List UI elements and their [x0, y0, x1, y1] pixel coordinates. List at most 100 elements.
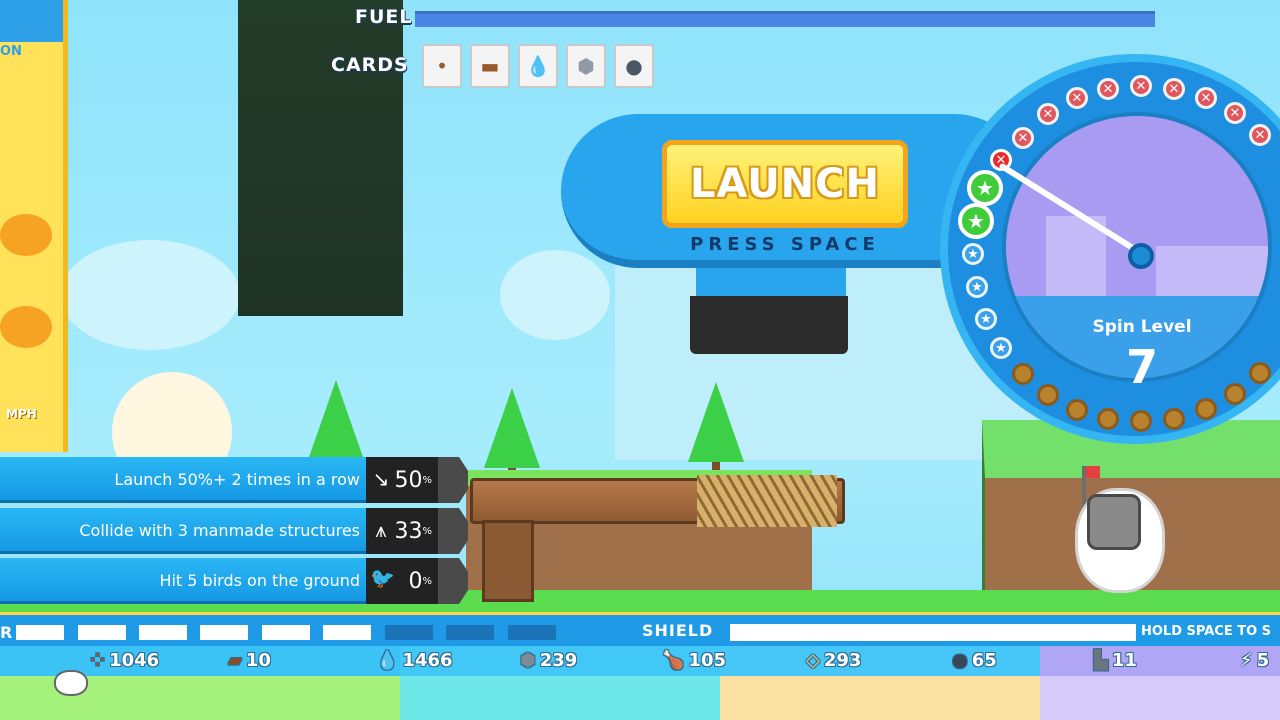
goal-progress-unit: % [422, 525, 432, 537]
hay-bundle [697, 475, 837, 527]
boost-segment [200, 625, 248, 640]
resource-stone: ⬢ 239 [520, 650, 577, 671]
anvil-icon: ▙ [1094, 650, 1108, 671]
dial-skyline [1156, 246, 1268, 296]
shield-bar-row: R SHIELD HOLD SPACE TO S [0, 612, 1280, 646]
miss-peg-icon: ✕ [1097, 78, 1119, 100]
stone-icon: ⬢ [520, 650, 536, 671]
shield-label: SHIELD [642, 621, 714, 640]
coin-peg-icon [1163, 408, 1185, 430]
boost-segment [262, 625, 310, 640]
sheep-face [1087, 494, 1141, 550]
goal-row: Launch 50%+ 2 times in a row [0, 457, 368, 503]
star-slot-icon: ★ [990, 337, 1012, 359]
boost-segment [446, 625, 494, 640]
resource-value: 10 [245, 650, 271, 671]
goal-cap [438, 558, 468, 604]
miss-peg-icon: ✕ [1012, 127, 1034, 149]
spin-level-label: Spin Level [1092, 317, 1192, 337]
goal-progress-value: 0 [408, 568, 423, 594]
progress-sheep-icon [54, 670, 88, 696]
launch-button-label: LAUNCH [689, 161, 880, 207]
launcher-neck [696, 268, 846, 296]
resource-value: 105 [688, 650, 726, 671]
spin-level-value: 7 [1125, 340, 1158, 394]
coin-peg-icon [1130, 410, 1152, 432]
boost-segment [323, 625, 371, 640]
coin-peg-icon [1195, 398, 1217, 420]
coin-peg-icon [1037, 384, 1059, 406]
resource-energy: ⚡ 5 [1240, 650, 1269, 671]
card-water[interactable]: 💧 [518, 44, 558, 88]
sand-icon: ◇ [806, 650, 820, 671]
lightning-icon: ⚡ [1240, 650, 1253, 671]
speed-panel: ON MPH [0, 0, 68, 452]
stone-card-icon: ⬢ [577, 54, 595, 78]
goal-text: Collide with 3 manmade structures [79, 521, 360, 540]
seeds-icon: ⁘ [90, 650, 106, 671]
miss-peg-icon: ✕ [1130, 75, 1152, 97]
resource-log: ▰ 10 [228, 650, 271, 671]
goal-row: Hit 5 birds on the ground [0, 558, 368, 604]
oil-drop-icon: ● [952, 650, 968, 671]
boost-segment [139, 625, 187, 640]
goal-text: Launch 50%+ 2 times in a row [114, 470, 360, 489]
hold-space-hint: HOLD SPACE TO S [1141, 624, 1272, 639]
resource-value: 1466 [402, 650, 453, 671]
miss-peg-icon: ✕ [1249, 124, 1271, 146]
coin-peg-icon [1249, 362, 1271, 384]
bird-icon: 🐦 [370, 566, 395, 590]
speed-cloud-icon [0, 214, 52, 256]
panel-top-label: ON [0, 44, 22, 59]
resource-sand: ◇ 293 [806, 650, 861, 671]
oil-card-icon: ● [625, 54, 643, 78]
oil-rig-icon: ⩚ [375, 518, 387, 542]
coin-peg-icon [1224, 383, 1246, 405]
pine-tree [484, 388, 540, 482]
goal-progress-unit: % [422, 575, 432, 587]
resource-oil: ● 65 [952, 650, 997, 671]
coin-peg-icon [1066, 399, 1088, 421]
fuel-label: FUEL [355, 6, 413, 28]
log-icon: ▰ [228, 650, 242, 671]
resource-water: 💧 1466 [376, 650, 453, 671]
log-card-icon: ▬ [480, 54, 500, 78]
card-oil[interactable]: ● [614, 44, 654, 88]
goal-progress-value: 50 [394, 467, 423, 493]
miss-peg-icon: ✕ [1195, 87, 1217, 109]
resource-value: 65 [971, 650, 997, 671]
launch-button[interactable]: LAUNCH [662, 140, 908, 228]
goal-row: Collide with 3 manmade structures [0, 508, 368, 554]
resource-value: 1046 [109, 650, 160, 671]
spin-needle-hub [1128, 243, 1154, 269]
resource-value: 239 [539, 650, 578, 671]
speed-cloud-icon [0, 306, 52, 348]
star-peg-icon: ★ [967, 170, 1003, 206]
cards-label: CARDS [331, 54, 409, 76]
seeds-card-icon: • [436, 54, 448, 78]
boost-segment [78, 625, 126, 640]
press-space-hint: PRESS SPACE [690, 234, 880, 255]
card-seeds[interactable]: • [422, 44, 462, 88]
card-log[interactable]: ▬ [470, 44, 510, 88]
pine-tree [308, 380, 364, 474]
panel-header [0, 0, 63, 42]
star-slot-icon: ★ [966, 276, 988, 298]
launch-streak-icon: ↘ [372, 467, 390, 491]
resource-value: 5 [1256, 650, 1270, 671]
boost-segment [16, 625, 64, 640]
pine-tree [688, 382, 744, 476]
fuel-bar [415, 11, 1155, 27]
goal-cap [438, 508, 468, 554]
resource-metal: ▙ 11 [1094, 650, 1137, 671]
background-hill [500, 250, 610, 340]
miss-peg-icon: ✕ [1037, 103, 1059, 125]
speed-unit: MPH [6, 407, 37, 421]
card-stone[interactable]: ⬢ [566, 44, 606, 88]
shield-meter [730, 624, 1136, 641]
resource-value: 293 [823, 650, 862, 671]
boost-segment [508, 625, 556, 640]
coin-peg-icon [1097, 408, 1119, 430]
miss-peg-icon: ✕ [1066, 87, 1088, 109]
dark-forest-wall [238, 0, 403, 316]
